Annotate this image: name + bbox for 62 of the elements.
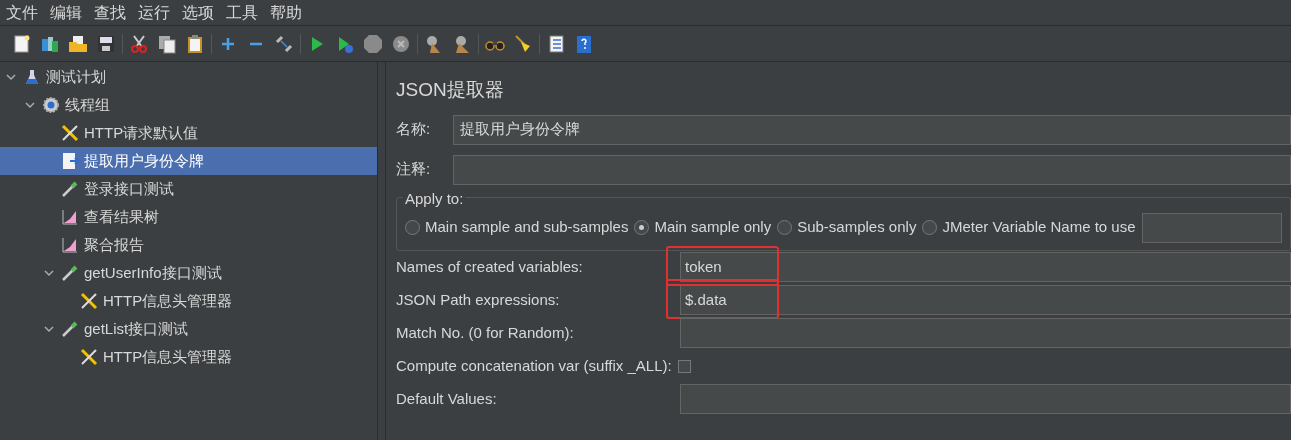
field-label: 名称: xyxy=(396,119,432,140)
wrench-icon xyxy=(80,292,98,310)
tree-item[interactable]: 查看结果树 xyxy=(0,203,377,231)
menu-item[interactable]: 文件 xyxy=(0,0,44,25)
tree-item[interactable]: getUserInfo接口测试 xyxy=(0,259,377,287)
checkbox[interactable] xyxy=(678,359,691,373)
menu-item[interactable]: 帮助 xyxy=(264,0,308,25)
new-file-icon[interactable] xyxy=(12,33,32,54)
caret-icon[interactable] xyxy=(44,324,54,334)
field-label: JSON Path expressions: xyxy=(396,289,561,310)
tree-item[interactable]: getList接口测试 xyxy=(0,315,377,343)
caret-icon[interactable] xyxy=(25,100,35,110)
panel-title: JSON提取器 xyxy=(396,78,505,102)
field-label: Match No. (0 for Random): xyxy=(396,322,575,343)
field-label: 注释: xyxy=(396,159,432,180)
help-icon[interactable] xyxy=(574,33,594,54)
wrench-icon xyxy=(61,124,79,142)
pipette-icon xyxy=(61,320,79,338)
caret-icon[interactable] xyxy=(44,268,54,278)
text-field[interactable] xyxy=(680,384,1291,414)
menu-item[interactable]: 查找 xyxy=(88,0,132,25)
tree-item[interactable]: 测试计划 xyxy=(0,63,377,91)
radio-option[interactable]: Main sample and sub-samples xyxy=(405,216,629,239)
folder-icon[interactable] xyxy=(68,33,88,54)
field-label: Compute concatenation var (suffix _ALL): xyxy=(396,355,673,376)
graph-icon xyxy=(61,236,79,254)
copy-icon[interactable] xyxy=(157,33,177,54)
tree-item[interactable]: 聚合报告 xyxy=(0,231,377,259)
menu-item[interactable]: 运行 xyxy=(132,0,176,25)
close-circle-icon[interactable] xyxy=(391,33,411,54)
menu-item[interactable]: 编辑 xyxy=(44,0,88,25)
tree-item[interactable]: HTTP请求默认值 xyxy=(0,119,377,147)
field-label: Default Values: xyxy=(396,388,498,409)
text-field[interactable] xyxy=(680,318,1291,348)
flask-icon xyxy=(25,69,39,85)
tree-item[interactable]: 登录接口测试 xyxy=(0,175,377,203)
graph-icon xyxy=(61,208,79,226)
tree-item[interactable]: HTTP信息头管理器 xyxy=(0,343,377,371)
scissors-icon[interactable] xyxy=(129,33,149,54)
menu-item[interactable]: 工具 xyxy=(220,0,264,25)
radio-option[interactable]: Main sample only xyxy=(634,216,772,239)
pipette-icon xyxy=(61,264,79,282)
stop-sign-icon[interactable] xyxy=(363,33,383,54)
gear-icon xyxy=(42,96,60,114)
radio-option[interactable]: JMeter Variable Name to use xyxy=(922,216,1136,239)
caret-icon[interactable] xyxy=(6,72,16,82)
radio-option[interactable]: Sub-samples only xyxy=(777,216,917,239)
variable-name-field[interactable] xyxy=(1141,212,1282,243)
notebook-icon[interactable] xyxy=(546,33,566,54)
tree-item[interactable]: 线程组 xyxy=(0,91,377,119)
clipboard-icon[interactable] xyxy=(185,33,205,54)
name-field[interactable]: 提取用户身份令牌 xyxy=(453,114,1291,145)
wrench-icon xyxy=(80,348,98,366)
text-field[interactable]: token xyxy=(680,252,1291,282)
tree-item[interactable]: 提取用户身份令牌 xyxy=(0,147,377,175)
text-field[interactable]: $.data xyxy=(680,285,1291,315)
document-arrow-icon xyxy=(61,152,79,170)
comment-field[interactable] xyxy=(453,154,1291,185)
pipette-icon xyxy=(61,180,79,198)
field-label: Names of created variables: xyxy=(396,256,584,277)
menu-item[interactable]: 选项 xyxy=(176,0,220,25)
tree-item[interactable]: HTTP信息头管理器 xyxy=(0,287,377,315)
